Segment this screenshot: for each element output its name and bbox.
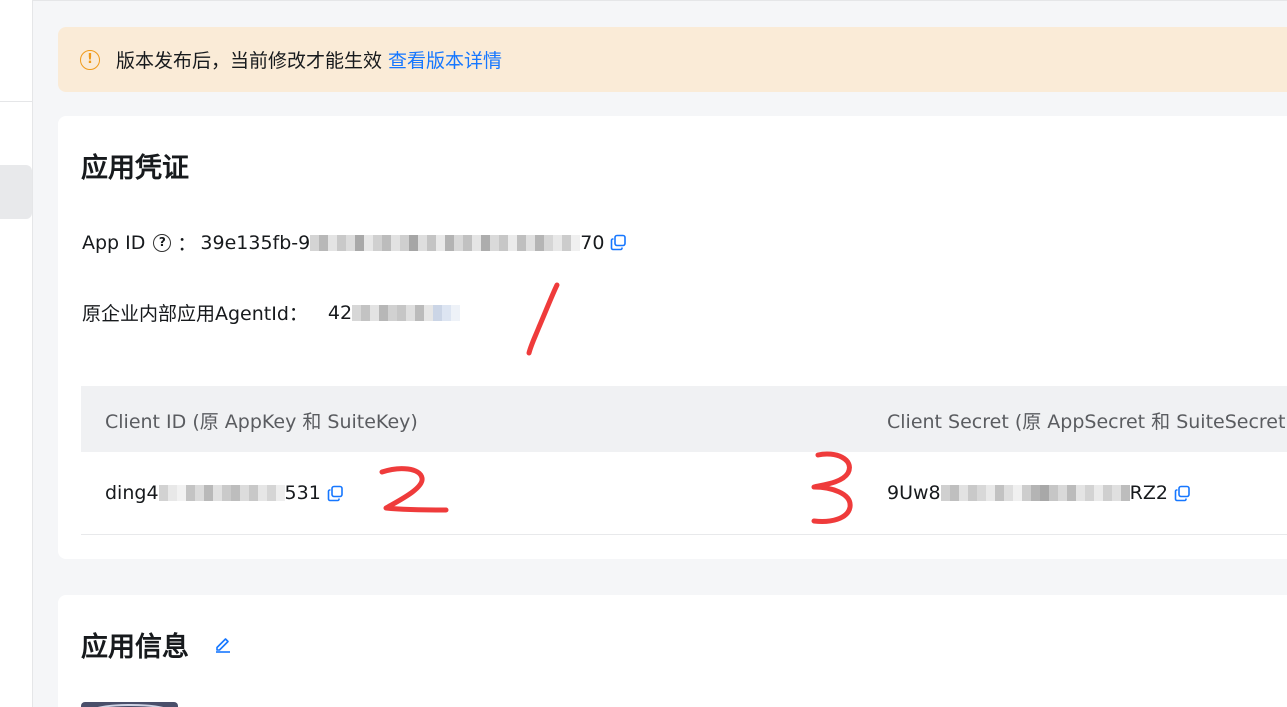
publish-notice-banner: ! 版本发布后，当前修改才能生效 查看版本详情: [58, 27, 1287, 92]
client-secret-blurred: [940, 484, 1130, 502]
sidebar-item-active[interactable]: [0, 165, 32, 219]
client-secret-cell: 9Uw8 RZ2: [887, 482, 1191, 504]
client-id-blurred: [158, 484, 285, 502]
credentials-title: 应用凭证: [81, 153, 189, 184]
question-circle-icon[interactable]: ?: [153, 233, 172, 252]
app-info-card: 应用信息: [58, 595, 1287, 707]
edit-pencil-icon[interactable]: [214, 635, 232, 653]
app-id-row: App ID ? ： 39e135fb-9 70: [82, 229, 627, 256]
client-secret-value-start: 9Uw8: [887, 482, 941, 504]
client-id-value-start: ding4: [105, 482, 159, 504]
notice-text: 版本发布后，当前修改才能生效: [116, 50, 383, 72]
copy-client-id-icon[interactable]: [327, 485, 344, 502]
copy-client-secret-icon[interactable]: [1174, 485, 1191, 502]
table-header: Client ID (原 AppKey 和 SuiteKey) Client S…: [81, 386, 1287, 452]
top-divider: [33, 0, 1287, 1]
copy-app-id-icon[interactable]: [610, 234, 627, 251]
app-id-blurred: [310, 234, 581, 252]
client-credentials-table: Client ID (原 AppKey 和 SuiteKey) Client S…: [81, 386, 1287, 535]
table-row: ding4 531 9Uw8 RZ2: [81, 452, 1287, 535]
view-version-details-link[interactable]: 查看版本详情: [388, 46, 502, 73]
sidebar-divider: [0, 101, 33, 102]
credentials-card: 应用凭证 App ID ? ： 39e135fb-9 70 原企业内部应用Age…: [58, 116, 1287, 559]
app-id-value-start: 39e135fb-9: [200, 231, 311, 254]
client-secret-value-end: RZ2: [1129, 482, 1168, 504]
left-sidebar: [0, 0, 33, 707]
app-logo-image: [81, 702, 178, 707]
agent-id-blurred: [352, 304, 461, 322]
info-circle-icon: !: [80, 49, 100, 70]
client-id-value-end: 531: [284, 482, 321, 504]
agent-id-row: 原企业内部应用AgentId： 42: [82, 299, 461, 326]
agent-id-value-start: 42: [327, 301, 353, 324]
agent-id-label: 原企业内部应用AgentId：: [82, 303, 308, 325]
app-id-label: App ID: [82, 231, 146, 254]
app-id-colon: ：: [177, 233, 197, 255]
header-client-id: Client ID (原 AppKey 和 SuiteKey): [105, 411, 418, 433]
client-id-cell: ding4 531: [105, 482, 344, 504]
app-info-title: 应用信息: [81, 632, 189, 663]
app-id-value-end: 70: [580, 231, 605, 254]
header-client-secret: Client Secret (原 AppSecret 和 SuiteSecret…: [887, 411, 1287, 433]
